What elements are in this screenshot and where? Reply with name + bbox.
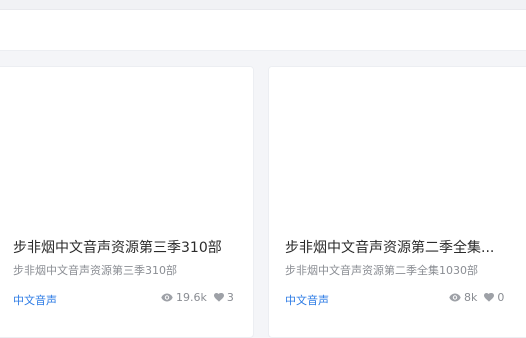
top-bar	[0, 0, 526, 10]
likes-stat[interactable]: 0	[484, 291, 504, 304]
resource-card[interactable]: 步非烟中文音声资源第三季310部 步非烟中文音声资源第三季310部 中文音声 1…	[0, 66, 254, 338]
eye-icon	[161, 293, 173, 302]
views-count: 8k	[464, 291, 478, 304]
heart-icon	[484, 293, 495, 302]
likes-count: 0	[497, 291, 505, 304]
card-stats: 19.6k 3	[161, 291, 234, 304]
sub-header-bar	[0, 10, 526, 51]
card-category-link[interactable]: 中文音声	[285, 292, 329, 308]
views-count: 19.6k	[176, 291, 207, 304]
card-subtitle: 步非烟中文音声资源第三季310部	[13, 264, 177, 277]
likes-stat[interactable]: 3	[213, 291, 234, 304]
resource-card[interactable]: 步非烟中文音声资源第二季全集... 步非烟中文音声资源第二季全集1030部 中文…	[268, 66, 526, 338]
likes-count: 3	[226, 291, 234, 304]
views-stat: 19.6k	[161, 291, 207, 304]
eye-icon	[449, 293, 461, 302]
card-thumbnail[interactable]	[0, 67, 253, 227]
heart-icon	[213, 293, 224, 302]
card-thumbnail[interactable]	[269, 67, 526, 227]
card-title[interactable]: 步非烟中文音声资源第三季310部	[13, 237, 243, 257]
card-category-link[interactable]: 中文音声	[13, 292, 57, 308]
views-stat: 8k	[449, 291, 477, 304]
card-stats: 8k 0	[449, 291, 504, 304]
card-subtitle: 步非烟中文音声资源第二季全集1030部	[285, 264, 478, 277]
card-title[interactable]: 步非烟中文音声资源第二季全集...	[285, 237, 517, 257]
